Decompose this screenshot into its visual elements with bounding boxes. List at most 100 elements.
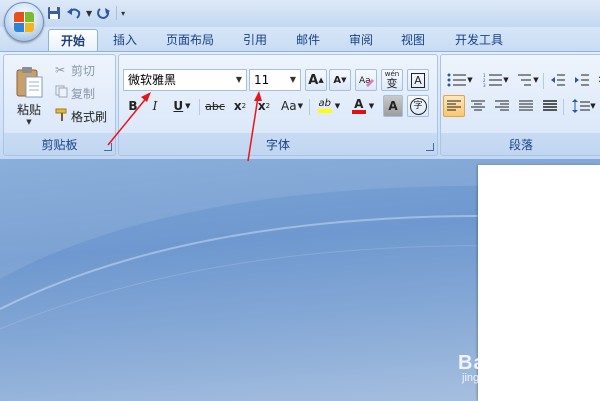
bold-button[interactable]: B	[123, 95, 143, 117]
line-spacing-icon	[572, 99, 591, 113]
paste-label: 粘贴	[16, 102, 41, 117]
distributed-button[interactable]	[539, 95, 561, 117]
format-painter-icon	[55, 108, 71, 125]
clipboard-dialog-launcher[interactable]	[104, 143, 112, 151]
tab-review[interactable]: 审阅	[340, 29, 382, 51]
tab-home[interactable]: 开始	[48, 29, 98, 53]
line-spacing-button[interactable]: ▼	[567, 95, 600, 117]
font-color-dropdown-icon: ▼	[368, 102, 375, 110]
numbering-icon: 123	[483, 73, 503, 87]
superscript-mark: 2	[265, 102, 271, 110]
font-color-label: A	[354, 97, 364, 111]
tab-developer[interactable]: 开发工具	[444, 29, 514, 51]
distributed-icon	[543, 100, 557, 111]
grow-font-button[interactable]: A ▲	[305, 69, 327, 91]
align-center-icon	[471, 100, 485, 111]
increase-indent-button[interactable]	[571, 69, 593, 91]
redo-icon[interactable]	[96, 5, 112, 21]
svg-text:3: 3	[483, 83, 486, 87]
subscript-label: x	[233, 99, 242, 113]
font-size-value: 11	[254, 73, 270, 87]
decrease-indent-icon	[551, 74, 565, 86]
strikethrough-label: abc	[205, 99, 225, 113]
align-right-icon	[495, 100, 509, 111]
undo-icon[interactable]	[66, 5, 82, 21]
office-button[interactable]	[4, 2, 44, 42]
undo-dropdown-icon[interactable]: ▼	[86, 9, 92, 18]
align-center-button[interactable]	[467, 95, 489, 117]
format-painter-label: 格式刷	[71, 109, 108, 124]
clipboard-group: 粘贴 ▼ ✂ 剪切 复制 格式刷 剪贴板	[3, 54, 116, 156]
font-name-combo[interactable]: 微软雅黑 ▼	[123, 69, 247, 91]
font-color-swatch	[351, 110, 366, 114]
sort-button[interactable]: ↕	[595, 69, 600, 91]
phonetic-char: 变	[386, 77, 398, 90]
paragraph-group: ▼ 123 ▼ ▼ ↕	[440, 54, 600, 156]
character-border-button[interactable]: A	[407, 69, 429, 91]
paste-button[interactable]: 粘贴 ▼	[7, 59, 51, 131]
baidu-watermark-url: jingyan.baidu.com	[462, 372, 551, 384]
superscript-button[interactable]: x2	[253, 95, 275, 117]
character-border-label: A	[411, 72, 425, 88]
highlight-button[interactable]: ab ▼	[313, 95, 345, 117]
line-spacing-dropdown-icon: ▼	[590, 102, 596, 110]
customize-quick-access-icon[interactable]: ▾	[121, 9, 125, 18]
cut-label: 剪切	[71, 63, 96, 78]
highlight-label: ab	[318, 98, 332, 109]
clear-formatting-button[interactable]: Aa	[355, 69, 377, 91]
change-case-label: Aa	[281, 99, 297, 113]
paragraph-divider	[563, 99, 564, 115]
shrink-font-caret-icon: ▼	[341, 76, 347, 84]
bullets-button[interactable]: ▼	[443, 69, 477, 91]
quick-access-separator	[116, 6, 118, 20]
paste-icon	[16, 66, 43, 97]
phonetic-guide-button[interactable]: wén 变	[381, 69, 403, 91]
quick-access-toolbar: ▼ ▾	[46, 3, 172, 23]
decrease-indent-button[interactable]	[547, 69, 569, 91]
font-dialog-launcher[interactable]	[426, 143, 434, 151]
font-name-dropdown-icon[interactable]: ▼	[232, 70, 246, 90]
font-size-combo[interactable]: 11 ▼	[249, 69, 301, 91]
tab-page-layout[interactable]: 页面布局	[158, 29, 222, 51]
copy-label: 复制	[71, 86, 96, 101]
highlight-dropdown-icon: ▼	[334, 102, 341, 110]
paste-dropdown-icon: ▼	[26, 117, 32, 126]
multilevel-dropdown-icon: ▼	[533, 76, 539, 84]
baidu-watermark: Bai 经验	[458, 352, 541, 374]
underline-dropdown-icon: ▼	[185, 102, 191, 110]
tab-references[interactable]: 引用	[234, 29, 276, 51]
font-size-dropdown-icon[interactable]: ▼	[286, 70, 300, 90]
clipboard-group-label: 剪贴板	[41, 138, 78, 152]
font-group: 微软雅黑 ▼ 11 ▼ A ▲ A ▼ Aa wén 变 A B I U ▼ abc	[118, 54, 438, 156]
subscript-button[interactable]: x2	[229, 95, 251, 117]
copy-button[interactable]: 复制	[54, 82, 112, 104]
shrink-font-button[interactable]: A ▼	[329, 69, 351, 91]
tab-view[interactable]: 视图	[392, 29, 434, 51]
font-name-value: 微软雅黑	[128, 73, 177, 87]
scissors-icon: ✂	[55, 63, 66, 77]
character-shading-button[interactable]: A	[383, 95, 403, 117]
italic-button[interactable]: I	[145, 95, 165, 117]
tab-mailings[interactable]: 邮件	[287, 29, 329, 51]
bullets-icon	[447, 73, 467, 87]
change-case-button[interactable]: Aa ▼	[277, 95, 307, 117]
align-right-button[interactable]	[491, 95, 513, 117]
align-left-button[interactable]	[443, 95, 465, 117]
font-color-button[interactable]: A ▼	[347, 95, 379, 117]
numbering-button[interactable]: 123 ▼	[479, 69, 513, 91]
format-painter-button[interactable]: 格式刷	[54, 105, 112, 127]
save-icon[interactable]	[46, 5, 62, 21]
tab-insert[interactable]: 插入	[104, 29, 146, 51]
paragraph-divider	[543, 73, 544, 89]
font-group-label: 字体	[265, 138, 290, 152]
underline-button[interactable]: U ▼	[167, 95, 197, 117]
justify-button[interactable]	[515, 95, 537, 117]
highlight-color-swatch	[317, 109, 332, 113]
ribbon: 粘贴 ▼ ✂ 剪切 复制 格式刷 剪贴板 微软雅黑 ▼ 11 ▼ A ▲ A ▼…	[0, 51, 600, 160]
multilevel-list-button[interactable]: ▼	[515, 69, 541, 91]
strikethrough-button[interactable]: abc	[203, 95, 227, 117]
cut-button[interactable]: ✂ 剪切	[54, 59, 112, 81]
enclose-characters-button[interactable]: 字	[407, 95, 429, 117]
shrink-font-label: A	[333, 74, 342, 86]
character-shading-label: A	[388, 99, 398, 113]
